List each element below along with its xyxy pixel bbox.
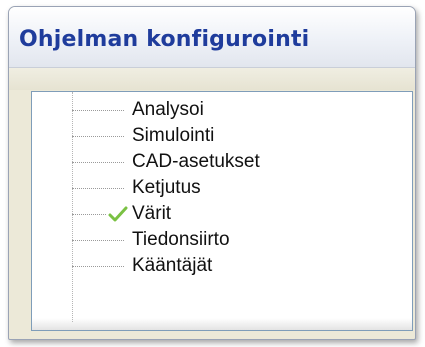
tree-item-simulointi[interactable]: Simulointi — [32, 124, 372, 150]
panel-bottom-fade — [32, 318, 412, 330]
tree-item-analysoi[interactable]: Analysoi — [32, 98, 372, 124]
tree-item-label: Ketjutus — [132, 177, 201, 198]
tree-item-label: Analysoi — [132, 99, 204, 120]
header-strip — [9, 68, 415, 90]
tree-connector — [72, 162, 124, 163]
page: Ohjelman konfigurointi Analysoi Simuloin… — [0, 0, 425, 347]
tree-item-label: CAD-asetukset — [132, 151, 260, 172]
check-icon — [108, 206, 128, 222]
tree-item-label: Kääntäjät — [132, 255, 213, 276]
tree-connector — [72, 214, 106, 215]
tree-item-label: Tiedonsiirto — [132, 229, 230, 250]
tree-item-varit[interactable]: Värit — [32, 202, 372, 228]
tree-connector — [72, 266, 124, 267]
tree-item-kaantajat[interactable]: Kääntäjät — [32, 254, 372, 280]
title-bar[interactable]: Ohjelman konfigurointi — [9, 7, 415, 68]
window-title: Ohjelman konfigurointi — [19, 27, 310, 52]
tree-connector — [72, 240, 124, 241]
tree-item-ketjutus[interactable]: Ketjutus — [32, 176, 372, 202]
tree-connector — [72, 188, 124, 189]
tree-list: Analysoi Simulointi CAD-asetukset Ketjut… — [32, 98, 372, 280]
settings-tree: Analysoi Simulointi CAD-asetukset Ketjut… — [31, 91, 413, 331]
tree-item-cad-asetukset[interactable]: CAD-asetukset — [32, 150, 372, 176]
tree-item-label: Värit — [132, 203, 172, 224]
tree-item-label: Simulointi — [132, 125, 215, 146]
tree-item-tiedonsiirto[interactable]: Tiedonsiirto — [32, 228, 372, 254]
tree-connector — [72, 110, 124, 111]
tree-connector — [72, 136, 124, 137]
configuration-dialog: Ohjelman konfigurointi Analysoi Simuloin… — [8, 6, 416, 340]
